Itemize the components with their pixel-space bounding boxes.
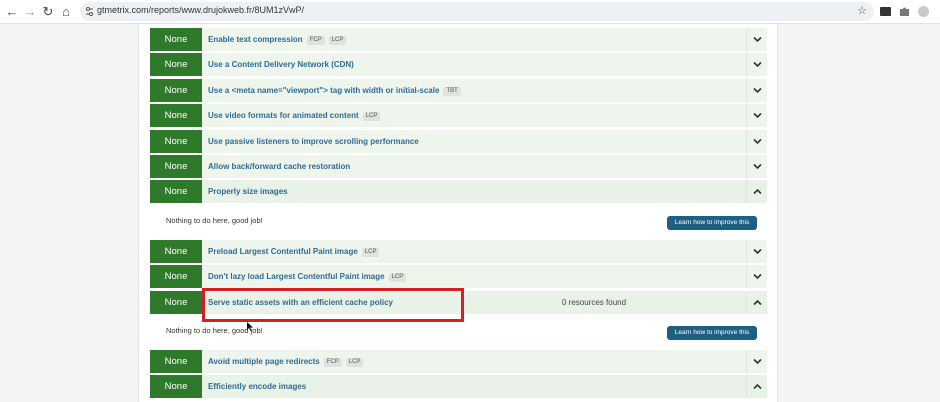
address-bar[interactable]: gtmetrix.com/reports/www.drujokweb.fr/8U… [80,2,874,21]
metric-tag: FCP [323,358,342,367]
audit-detail: Nothing to do here, good job! Learn how t… [150,206,767,239]
metric-tag: LCP [345,358,364,367]
audit-title-text: Allow back/forward cache restoration [208,162,351,171]
score-badge: None [150,104,202,127]
score-badge: None [150,53,202,76]
score-badge: None [150,375,202,398]
audits-list: None Enable text compression FCP LCP None Use… [138,24,778,402]
audit-title-text: Properly size images [208,187,288,196]
audit-title-text: Don't lazy load Largest Contentful Paint… [208,272,385,281]
chevron-down-icon[interactable] [746,130,767,153]
audit-title-text: Use video formats for animated content [208,111,359,120]
resources-count: 0 resources found [562,298,627,307]
audit-title[interactable]: Properly size images [208,187,288,196]
highlight-box [202,288,464,322]
audit-title-text: Use a Content Delivery Network (CDN) [208,60,354,69]
audit-row[interactable]: None Use passive listeners to improve scr… [150,130,767,153]
chevron-down-icon[interactable] [746,240,767,263]
audit-row[interactable]: None Don't lazy load Largest Contentful P… [150,265,767,288]
chevron-down-icon[interactable] [746,104,767,127]
score-badge: None [150,155,202,178]
chevron-down-icon[interactable] [746,28,767,51]
chevron-down-icon[interactable] [746,79,767,102]
chevron-down-icon[interactable] [746,155,767,178]
chevron-up-icon[interactable] [746,375,767,398]
page-viewport: None Enable text compression FCP LCP None Use… [0,24,940,402]
audit-title-text: Avoid multiple page redirects [208,357,320,366]
metric-tag: FCP [306,36,325,45]
audit-title[interactable]: Avoid multiple page redirects FCP LCP [208,357,364,367]
audit-row[interactable]: None Preload Largest Contentful Paint ima… [150,240,767,263]
metric-tag: TBT [443,87,461,96]
url-text: gtmetrix.com/reports/www.drujokweb.fr/8U… [97,5,305,15]
audit-row[interactable]: None Allow back/forward cache restoration [150,155,767,178]
metric-tag: LCP [362,112,381,121]
puzzle-icon[interactable] [898,5,911,18]
home-icon[interactable]: ⌂ [58,4,74,20]
learn-more-button[interactable]: Learn how to improve this [667,216,757,230]
audit-title[interactable]: Use passive listeners to improve scrolli… [208,137,419,146]
forward-icon[interactable]: → [22,4,38,20]
metric-tag: LCP [361,248,380,257]
audit-title[interactable]: Preload Largest Contentful Paint image LC… [208,247,380,257]
audit-title[interactable]: Efficiently encode images [208,382,306,391]
score-badge: None [150,79,202,102]
learn-more-button[interactable]: Learn how to improve this [667,326,757,340]
chevron-up-icon[interactable] [746,291,767,314]
audit-title-text: Enable text compression [208,35,303,44]
extension-icon[interactable] [879,5,892,18]
audit-title[interactable]: Use a <meta name="viewport"> tag with wi… [208,86,461,96]
score-badge: None [150,265,202,288]
audit-row[interactable]: None Properly size images [150,180,767,203]
audit-row[interactable]: None Avoid multiple page redirects FCP LCP [150,350,767,373]
score-badge: None [150,28,202,51]
score-badge: None [150,180,202,203]
audit-row[interactable]: None Efficiently encode images [150,375,767,398]
reload-icon[interactable]: ↻ [40,4,56,20]
audit-row[interactable]: None Use a <meta name="viewport"> tag wit… [150,79,767,102]
chevron-up-icon[interactable] [746,180,767,203]
audit-title[interactable]: Use video formats for animated content LC… [208,111,381,121]
audit-title-text: Use a <meta name="viewport"> tag with wi… [208,86,440,95]
chevron-down-icon[interactable] [746,53,767,76]
chevron-down-icon[interactable] [746,350,767,373]
back-icon[interactable]: ← [4,4,20,20]
profile-icon[interactable] [917,5,930,18]
score-badge: None [150,291,202,314]
score-badge: None [150,240,202,263]
audit-row[interactable]: None Enable text compression FCP LCP [150,28,767,51]
audit-row[interactable]: None Use video formats for animated conte… [150,104,767,127]
audit-title-text: Use passive listeners to improve scrolli… [208,137,419,146]
score-badge: None [150,130,202,153]
audit-title[interactable]: Enable text compression FCP LCP [208,35,347,45]
star-icon[interactable]: ☆ [857,4,867,17]
metric-tag: LCP [388,273,407,282]
metric-tag: LCP [328,36,347,45]
browser-toolbar: ← → ↻ ⌂ gtmetrix.com/reports/www.drujokw… [0,0,940,24]
site-settings-icon[interactable] [85,6,94,17]
detail-message: Nothing to do here, good job! [166,216,263,225]
audit-title[interactable]: Allow back/forward cache restoration [208,162,350,171]
chevron-down-icon[interactable] [746,265,767,288]
audit-title[interactable]: Use a Content Delivery Network (CDN) [208,60,354,69]
audit-title-text: Efficiently encode images [208,382,307,391]
mouse-cursor [247,322,253,331]
audit-title[interactable]: Don't lazy load Largest Contentful Paint… [208,272,407,282]
score-badge: None [150,350,202,373]
audit-title-text: Preload Largest Contentful Paint image [208,247,358,256]
audit-row[interactable]: None Use a Content Delivery Network (CDN) [150,53,767,76]
